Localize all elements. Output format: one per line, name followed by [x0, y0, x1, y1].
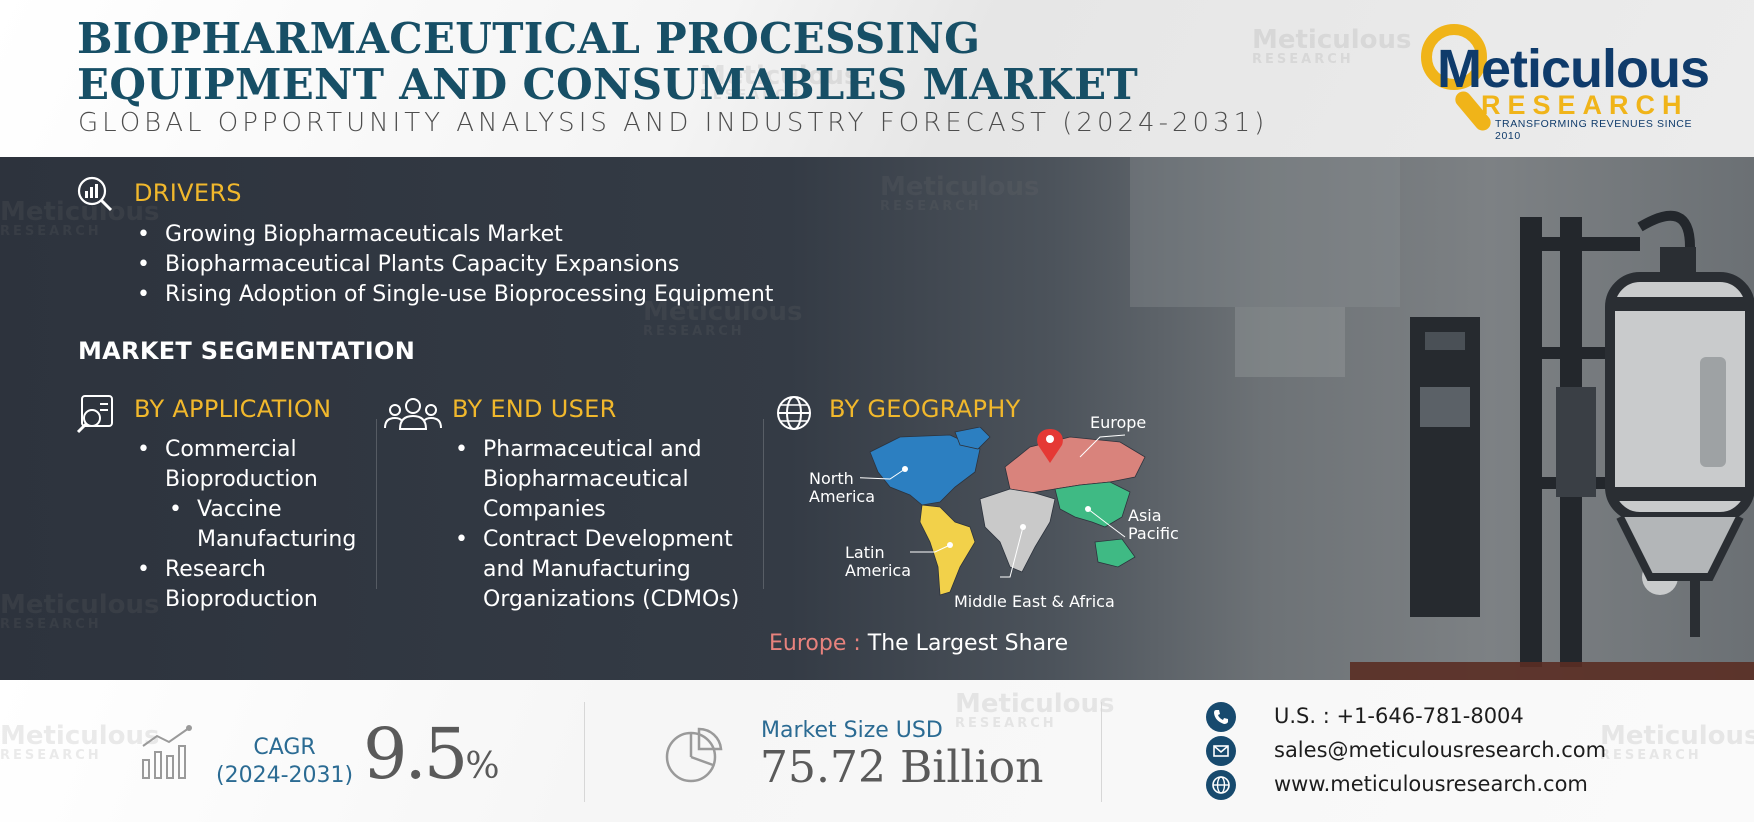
growth-chart-icon — [142, 725, 192, 779]
label-latin-america: Latin America — [845, 543, 911, 580]
largest-share-text: The Largest Share — [860, 631, 1069, 656]
segmentation-heading: MARKET SEGMENTATION — [78, 337, 416, 365]
users-group-icon — [384, 398, 442, 430]
logo-research: RESEARCH — [1481, 90, 1689, 120]
contact-phone[interactable]: U.S. : +1-646-781-8004 — [1274, 704, 1524, 728]
logo-tagline: TRANSFORMING REVENUES SINCE 2010 — [1495, 118, 1693, 142]
globe-icon — [1206, 770, 1236, 800]
application-icon — [76, 395, 113, 434]
application-subitem: Vaccine Manufacturing — [133, 495, 383, 555]
by-application-heading: BY APPLICATION — [134, 395, 332, 423]
drivers-heading: DRIVERS — [134, 179, 242, 207]
end-user-item: Contract Development and Manufacturing O… — [451, 525, 761, 615]
watermark: Meticulous RESEARCH — [955, 689, 1115, 731]
market-size-label: Market Size USD — [761, 718, 943, 743]
map-latin-america — [919, 504, 976, 596]
driver-item: Growing Biopharmaceuticals Market — [133, 220, 933, 250]
application-item: Commercial Bioproduction — [133, 435, 383, 495]
footer-divider — [584, 702, 585, 802]
content-panel: Meticulous RESEARCH Meticulous RESEARCH Me… — [0, 157, 1754, 680]
label-middle-east-africa: Middle East & Africa — [954, 592, 1115, 611]
meticulous-research-logo: Meticulous RESEARCH TRANSFORMING REVENUE… — [1415, 18, 1715, 142]
cagr-title: CAGR — [253, 735, 316, 760]
cagr-label: CAGR (2024-2031) — [216, 734, 353, 790]
by-geography-heading: BY GEOGRAPHY — [829, 395, 1021, 423]
label-europe: Europe — [1090, 413, 1147, 432]
largest-share-line: Europe : The Largest Share — [769, 631, 1068, 656]
end-user-item: Pharmaceutical and Biopharmaceutical Com… — [451, 435, 761, 525]
mail-icon — [1206, 736, 1236, 766]
column-divider — [763, 419, 764, 589]
world-map — [860, 427, 1146, 596]
cagr-value: 9.5% — [363, 713, 500, 795]
globe-icon — [777, 396, 811, 430]
driver-item: Biopharmaceutical Plants Capacity Expans… — [133, 250, 933, 280]
drivers-list: Growing Biopharmaceuticals Market Biopha… — [133, 220, 933, 310]
watermark: Meticulous RESEARCH — [1252, 25, 1412, 67]
map-asia-pacific — [1054, 481, 1136, 568]
cagr-period: (2024-2031) — [216, 763, 354, 788]
largest-share-region: Europe : — [769, 631, 861, 656]
label-north-america: North America — [809, 469, 875, 506]
pie-chart-icon — [665, 727, 723, 783]
footer-divider — [1101, 702, 1102, 802]
by-end-user-heading: BY END USER — [452, 395, 617, 423]
contact-website[interactable]: www.meticulousresearch.com — [1274, 772, 1588, 796]
stats-footer: Meticulous RESEARCH Meticulous RESEARCH Me… — [0, 680, 1754, 822]
map-europe — [1004, 436, 1146, 494]
analytics-magnifier-icon — [77, 176, 113, 212]
end-user-list: Pharmaceutical and Biopharmaceutical Com… — [451, 435, 761, 615]
column-divider — [376, 419, 377, 589]
application-list: Commercial Bioproduction Vaccine Manufac… — [133, 435, 383, 615]
map-middle-east-africa — [979, 488, 1056, 573]
cagr-unit: % — [465, 746, 500, 787]
contact-email[interactable]: sales@meticulousresearch.com — [1274, 738, 1606, 762]
watermark: Meticulous RESEARCH — [880, 172, 1040, 214]
watermark: Meticulous RESEARCH — [1600, 721, 1754, 763]
application-item: Research Bioproduction — [133, 555, 383, 615]
label-asia-pacific: Asia Pacific — [1128, 506, 1179, 543]
market-size-value: 75.72 Billion — [760, 742, 1044, 793]
watermark: Meticulous RESEARCH — [0, 721, 160, 763]
header-banner: Meticulous RESEARCH Meticulous RESEARCH BI… — [0, 0, 1754, 157]
phone-icon — [1206, 702, 1236, 732]
driver-item: Rising Adoption of Single-use Bioprocess… — [133, 280, 933, 310]
page-subtitle: GLOBAL OPPORTUNITY ANALYSIS AND INDUSTRY… — [78, 108, 1269, 138]
page-title: BIOPHARMACEUTICAL PROCESSING EQUIPMENT A… — [77, 14, 1139, 109]
